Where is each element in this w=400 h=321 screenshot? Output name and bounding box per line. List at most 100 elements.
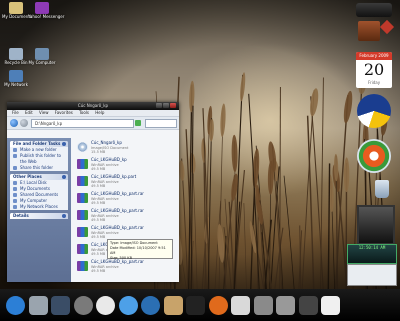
task-icon — [13, 148, 17, 152]
computer-icon — [35, 48, 49, 60]
chevron-up-icon[interactable] — [62, 214, 66, 218]
system-preferences-icon[interactable] — [73, 296, 93, 315]
disc-image-icon — [77, 142, 88, 152]
clock-text: 12:50:14 AM — [358, 245, 386, 250]
task-panel-title: File and Folder Tasks — [13, 141, 61, 146]
search-input[interactable] — [145, 119, 177, 128]
explorer-window[interactable]: Cúc Nngarô_kp File Edit View Favorites T… — [7, 102, 179, 282]
desktop-icon-yahoo-messenger[interactable]: Yahoo! Messenger — [28, 2, 64, 19]
menu-file[interactable]: File — [12, 110, 19, 115]
task-link-label: Make a new folder — [20, 147, 57, 152]
terminal-icon[interactable] — [186, 296, 205, 315]
maximize-icon[interactable] — [163, 103, 169, 108]
calendar-month: February 2009 — [356, 52, 392, 60]
file-name: Cúc_LKGHuBD_kp — [91, 157, 127, 162]
task-link-label: My Network Places — [20, 204, 58, 209]
task-link-label: Shared Documents — [20, 192, 59, 197]
file-item[interactable]: Cúc_LKGHuBD_kp WinRAR archive 49.5 MB — [75, 157, 177, 173]
sidebar-top-bar — [356, 3, 392, 17]
minimize-icon[interactable] — [156, 103, 162, 108]
desktop-icon-network[interactable]: My Network — [2, 70, 30, 87]
go-icon[interactable] — [135, 120, 141, 126]
printer-icon[interactable] — [276, 296, 295, 315]
trash-icon[interactable] — [28, 296, 48, 315]
chess-icon[interactable] — [163, 296, 183, 315]
task-link-label: Share this folder — [20, 165, 53, 170]
task-link-label: My Computer — [20, 198, 47, 203]
task-icon — [13, 166, 17, 170]
menu-edit[interactable]: Edit — [25, 110, 33, 115]
calculator-icon[interactable] — [253, 296, 273, 315]
book-gadget-icon[interactable] — [358, 21, 380, 41]
desktop-icon-label: Recycle Bin — [4, 60, 28, 65]
address-book-icon[interactable] — [321, 296, 340, 315]
desktop-icon-computer[interactable]: My Computer — [28, 48, 56, 65]
clock-gadget: 12:50:14 AM — [347, 244, 397, 264]
task-panel-title: Other Places — [13, 174, 42, 179]
file-size: 49.5 MB — [91, 218, 106, 222]
recycle-bin-icon — [9, 48, 23, 60]
task-link-label: E:\ Local Disk — [20, 180, 47, 185]
recycle-bin-gadget-icon[interactable] — [375, 180, 389, 198]
dashboard-icon[interactable] — [96, 296, 115, 315]
file-item[interactable]: Cúc_LKGHuBD_kp.part WinRAR archive 49.5 MB — [75, 174, 177, 190]
desktop-icon-my-documents[interactable]: My Documents — [2, 2, 32, 19]
file-name: Cúc_LKGHuBD_kp_part.rar — [91, 225, 144, 230]
forward-icon[interactable] — [20, 119, 28, 127]
chevron-up-icon[interactable] — [62, 175, 66, 179]
winrar-archive-icon — [77, 159, 88, 169]
menu-view[interactable]: View — [39, 110, 49, 115]
window-titlebar[interactable]: Cúc Nngarô_kp — [7, 102, 179, 110]
file-item[interactable]: Cúc_LKGHuBD_kp_part.rarWinRAR archive49.… — [75, 208, 177, 224]
file-size: 49.5 MB — [91, 269, 106, 273]
utilities-icon[interactable] — [231, 296, 250, 315]
chevron-up-icon[interactable] — [62, 142, 66, 146]
file-name: Cúc_Nngarô_kp — [91, 140, 122, 145]
file-item[interactable]: Cúc_Nngarô_kp Image/ISO Document 15.5 MB — [75, 140, 177, 156]
task-link[interactable]: Publish this folder to the Web — [10, 153, 68, 165]
weather-gadget[interactable] — [347, 264, 397, 286]
desktop-icon-label: My Documents — [2, 14, 32, 19]
media-player-icon[interactable] — [357, 139, 391, 173]
menu-help[interactable]: Help — [95, 110, 104, 115]
calendar-gadget[interactable]: February 2009 20 Friday — [356, 52, 392, 88]
winrar-archive-icon — [77, 244, 88, 254]
address-input[interactable]: D:\Nngarô_kp — [31, 119, 134, 128]
file-item[interactable]: Cúc_LKGHuBD_kp_part.rarWinRAR archive49.… — [75, 191, 177, 207]
finder-icon[interactable] — [118, 296, 138, 315]
flag-badge-icon[interactable] — [357, 94, 391, 128]
firefox-icon[interactable] — [208, 296, 228, 315]
network-icon[interactable] — [141, 296, 160, 315]
task-icon — [13, 187, 17, 191]
file-size: 49.5 MB — [91, 201, 106, 205]
task-link[interactable]: My Network Places — [10, 204, 68, 210]
desktop: My Documents Yahoo! Messenger Recycle Bin M… — [0, 0, 400, 321]
close-icon[interactable] — [170, 103, 176, 108]
dock — [0, 289, 400, 321]
desktop-icon-recycle-bin[interactable]: Recycle Bin — [2, 48, 30, 65]
instruments-icon[interactable] — [298, 296, 318, 315]
task-icon — [13, 205, 17, 209]
file-item[interactable]: Cúc_LKGHuBD_kp_part.rarWinRAR archive49.… — [75, 259, 177, 275]
back-icon[interactable] — [10, 119, 18, 127]
menu-favorites[interactable]: Favorites — [55, 110, 73, 115]
task-link[interactable]: Share this folder — [10, 165, 68, 171]
file-name: Cúc_LKGHuBD_kp_part.rar — [91, 191, 144, 196]
menu-tools[interactable]: Tools — [79, 110, 89, 115]
network-icon — [9, 70, 23, 82]
tooltip-date: Date Modified: 10/10/2007 9:51 AM — [110, 246, 166, 255]
yahoo-messenger-icon — [35, 2, 49, 14]
mac-finder-icon[interactable] — [6, 296, 25, 315]
file-size: 49.5 MB — [91, 252, 106, 256]
task-panel-header[interactable]: Details — [10, 213, 68, 219]
menu-bar: File Edit View Favorites Tools Help — [7, 110, 179, 117]
file-size: 49.5 MB — [91, 184, 106, 188]
task-icon — [13, 154, 17, 158]
winrar-archive-icon — [77, 193, 88, 203]
winrar-archive-icon — [77, 261, 88, 271]
monitor-icon[interactable] — [51, 296, 70, 315]
photo-gadget[interactable] — [357, 205, 395, 245]
desktop-icon-label: My Computer — [28, 60, 56, 65]
calendar-day: 20 — [363, 60, 385, 79]
file-size: 49.5 MB — [91, 167, 106, 171]
